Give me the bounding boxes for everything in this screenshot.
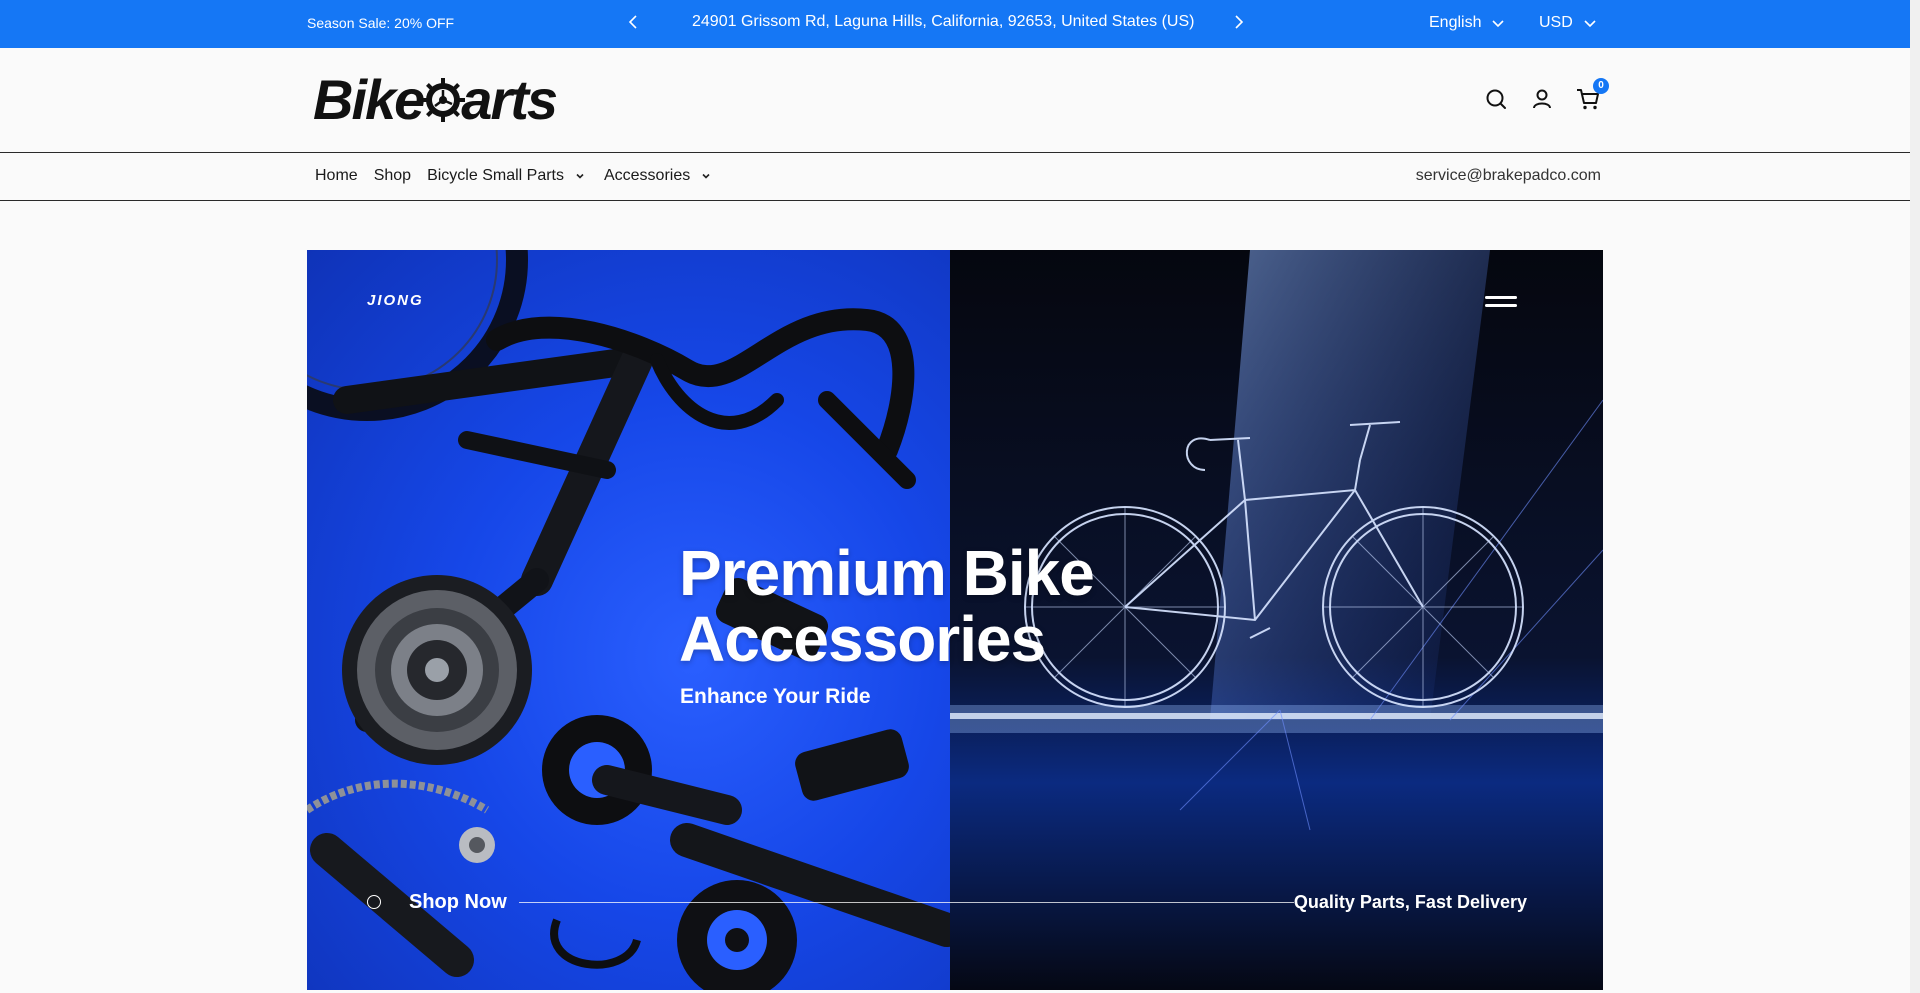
- hamburger-menu-icon: [1485, 296, 1517, 310]
- nav-item-home[interactable]: Home: [315, 167, 358, 185]
- language-selector[interactable]: English: [1429, 14, 1505, 32]
- chevron-down-icon: [1492, 20, 1505, 28]
- search-icon[interactable]: [1483, 86, 1509, 112]
- nav-item-label: Bicycle Small Parts: [427, 167, 564, 184]
- announcement-bar: Season Sale: 20% OFF 24901 Grissom Rd, L…: [0, 0, 1910, 48]
- sale-text: Season Sale: 20% OFF: [307, 15, 455, 31]
- hero-title-line2: Accessories: [679, 603, 1046, 675]
- chainring-icon: [421, 78, 466, 122]
- header-actions: 0: [1483, 78, 1609, 112]
- hero-title: Premium Bike Accessories: [679, 537, 1095, 675]
- nav-item-shop[interactable]: Shop: [374, 167, 411, 185]
- nav-item-accessories[interactable]: Accessories: [604, 167, 714, 185]
- site-logo[interactable]: Bike arts: [313, 68, 558, 132]
- currency-label: USD: [1539, 14, 1573, 31]
- announcement-address: 24901 Grissom Rd, Laguna Hills, Californ…: [692, 13, 1195, 30]
- nav-item-label: Accessories: [603, 167, 691, 184]
- nav-item-label: Home: [315, 167, 358, 184]
- account-icon[interactable]: [1529, 86, 1555, 112]
- chevron-down-icon: [702, 173, 710, 179]
- hero-banner[interactable]: JIONG Premium Bike Accessories Enhance Y…: [307, 250, 1603, 990]
- hero-subtitle: Enhance Your Ride: [680, 685, 871, 708]
- nav-list: Home Shop Bicycle Small Parts Accessorie…: [315, 167, 730, 185]
- chevron-down-icon: [1584, 20, 1596, 28]
- hero-tagline: Quality Parts, Fast Delivery: [1293, 892, 1527, 912]
- cart-icon[interactable]: 0: [1575, 78, 1609, 112]
- hero-brand-logo: JIONG: [367, 292, 424, 309]
- nav-item-label: Shop: [373, 167, 412, 184]
- site-header: Bike arts 0: [0, 48, 1910, 153]
- contact-email-link[interactable]: service@brakepadco.com: [1416, 167, 1601, 185]
- slide-indicator-icon: [367, 895, 381, 909]
- main-nav: Home Shop Bicycle Small Parts Accessorie…: [0, 154, 1910, 201]
- currency-selector[interactable]: USD: [1539, 14, 1597, 32]
- chevron-right-icon[interactable]: [1228, 12, 1248, 32]
- cart-count-badge: 0: [1593, 78, 1609, 94]
- scrollbar-track[interactable]: [1910, 0, 1920, 993]
- chevron-left-icon[interactable]: [624, 12, 644, 32]
- hero-title-line1: Premium Bike: [679, 537, 1095, 609]
- language-label: English: [1429, 14, 1482, 31]
- hero-divider: [519, 902, 1294, 903]
- chevron-down-icon: [576, 173, 584, 179]
- logo-text-left: Bike: [313, 68, 425, 131]
- nav-item-bicycle-small-parts[interactable]: Bicycle Small Parts: [427, 167, 588, 185]
- logo-text-right: arts: [461, 68, 558, 131]
- shop-now-button[interactable]: Shop Now: [409, 891, 507, 914]
